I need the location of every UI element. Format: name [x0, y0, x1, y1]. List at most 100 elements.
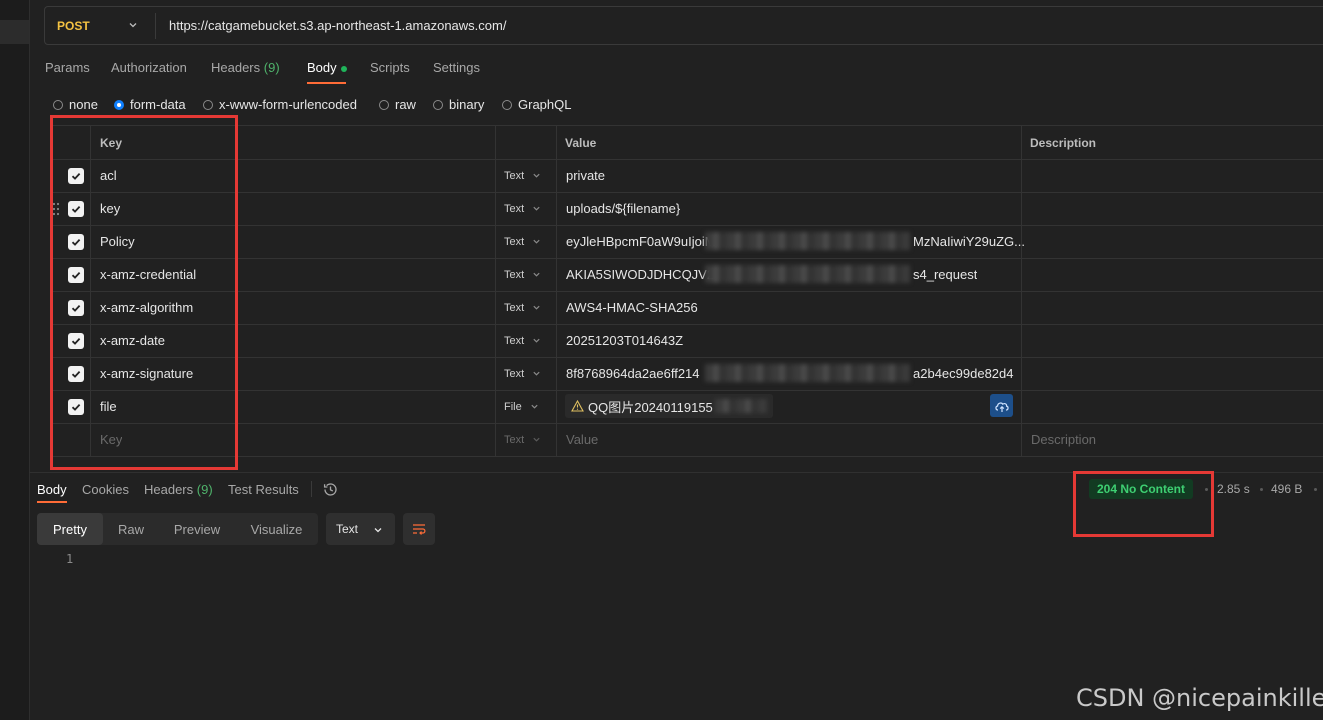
- key-cell[interactable]: x-amz-algorithm: [100, 291, 193, 324]
- row-checkbox[interactable]: [68, 291, 84, 324]
- redacted-text: [705, 265, 910, 283]
- type-select[interactable]: Text: [504, 192, 541, 225]
- drag-handle-icon[interactable]: [52, 192, 60, 225]
- tab-label: Settings: [433, 60, 480, 75]
- tab-label: Body: [37, 482, 67, 497]
- separator-dot: [1314, 488, 1317, 491]
- type-select[interactable]: Text: [504, 357, 541, 390]
- value-cell[interactable]: AKIA5SIWODJDHCQJV2: [566, 258, 714, 291]
- tab-headers[interactable]: Headers (9): [211, 60, 280, 75]
- wrap-lines-button[interactable]: [403, 513, 435, 545]
- row-checkbox[interactable]: [68, 225, 84, 258]
- view-raw-button[interactable]: Raw: [103, 513, 159, 545]
- response-time[interactable]: 2.85 s: [1217, 482, 1250, 496]
- key-cell[interactable]: x-amz-date: [100, 324, 165, 357]
- table-header-row: Key Value Description: [52, 126, 1323, 160]
- upload-file-button[interactable]: [990, 394, 1013, 417]
- radio-label: form-data: [130, 97, 186, 112]
- type-select[interactable]: File: [504, 390, 539, 423]
- method-select[interactable]: POST: [45, 7, 156, 44]
- row-checkbox[interactable]: [68, 357, 84, 390]
- table-row: x-amz-signature Text 8f8768964da2ae6ff21…: [52, 357, 1323, 391]
- value-cell[interactable]: 8f8768964da2ae6ff214: [566, 357, 700, 390]
- separator-dot: [1260, 488, 1263, 491]
- type-label: Text: [504, 169, 525, 182]
- radio-raw[interactable]: raw: [379, 97, 416, 112]
- table-row: x-amz-date Text 20251203T014643Z: [52, 324, 1323, 358]
- left-rail: [0, 0, 30, 720]
- checkmark-icon: [68, 398, 84, 415]
- separator-dot: [1205, 488, 1208, 491]
- radio-binary[interactable]: binary: [433, 97, 484, 112]
- chevron-down-icon: [533, 338, 540, 343]
- response-divider: [29, 472, 1323, 473]
- history-icon[interactable]: [322, 481, 339, 498]
- view-pretty-button[interactable]: Pretty: [37, 513, 103, 545]
- checkmark-icon: [68, 365, 84, 382]
- format-select[interactable]: Text: [326, 513, 395, 545]
- key-cell[interactable]: acl: [100, 159, 117, 192]
- response-size[interactable]: 496 B: [1271, 482, 1302, 496]
- left-rail-selected[interactable]: [0, 20, 29, 44]
- response-tab-test-results[interactable]: Test Results: [228, 482, 299, 497]
- table-row: acl Text private: [52, 159, 1323, 193]
- tab-params[interactable]: Params: [45, 60, 90, 75]
- row-checkbox[interactable]: [68, 324, 84, 357]
- chevron-down-icon: [374, 528, 382, 533]
- header-description: Description: [1030, 135, 1097, 150]
- radio-form-data[interactable]: form-data: [114, 97, 186, 112]
- row-checkbox[interactable]: [68, 390, 84, 423]
- type-label: Text: [504, 301, 525, 314]
- chevron-down-icon: [531, 404, 538, 409]
- redacted-text: [705, 364, 910, 382]
- value-placeholder[interactable]: Value: [566, 423, 598, 456]
- type-select[interactable]: Text: [504, 291, 541, 324]
- type-select[interactable]: Text: [504, 225, 541, 258]
- type-select[interactable]: Text: [504, 423, 541, 456]
- key-cell[interactable]: x-amz-credential: [100, 258, 196, 291]
- response-tab-cookies[interactable]: Cookies: [82, 482, 129, 497]
- checkmark-icon: [68, 200, 84, 217]
- type-select[interactable]: Text: [504, 159, 541, 192]
- row-checkbox[interactable]: [68, 258, 84, 291]
- status-badge[interactable]: 204 No Content: [1089, 479, 1194, 499]
- description-placeholder[interactable]: Description: [1031, 423, 1096, 456]
- file-chip[interactable]: QQ图片20240119155: [565, 394, 773, 418]
- url-input[interactable]: https://catgamebucket.s3.ap-northeast-1.…: [169, 18, 506, 33]
- value-cell-tail: MzNaIiwiY29uZG...: [913, 234, 1025, 249]
- checkmark-icon: [68, 167, 84, 184]
- key-cell[interactable]: Policy: [100, 225, 135, 258]
- view-visualize-button[interactable]: Visualize: [235, 513, 318, 545]
- value-cell[interactable]: 20251203T014643Z: [566, 324, 683, 357]
- row-checkbox[interactable]: [68, 159, 84, 192]
- radio-none[interactable]: none: [53, 97, 98, 112]
- tab-authorization[interactable]: Authorization: [111, 60, 187, 75]
- warning-icon: [571, 400, 584, 412]
- radio-x-www-form-urlencoded[interactable]: x-www-form-urlencoded: [203, 97, 357, 112]
- key-placeholder[interactable]: Key: [100, 423, 122, 456]
- type-label: Text: [504, 202, 525, 215]
- tab-settings[interactable]: Settings: [433, 60, 480, 75]
- value-cell[interactable]: private: [566, 159, 605, 192]
- wrap-lines-icon: [413, 524, 426, 535]
- type-label: Text: [504, 334, 525, 347]
- key-cell[interactable]: x-amz-signature: [100, 357, 193, 390]
- type-select[interactable]: Text: [504, 258, 541, 291]
- value-cell[interactable]: uploads/${filename}: [566, 192, 680, 225]
- radio-label: raw: [395, 97, 416, 112]
- active-response-tab-indicator: [37, 501, 67, 503]
- tab-scripts[interactable]: Scripts: [370, 60, 410, 75]
- view-preview-button[interactable]: Preview: [159, 513, 235, 545]
- row-checkbox[interactable]: [68, 192, 84, 225]
- value-cell[interactable]: eyJleHBpcmF0aW9uIjoiM: [566, 225, 716, 258]
- response-tab-body[interactable]: Body: [37, 482, 67, 497]
- response-tab-headers[interactable]: Headers (9): [144, 482, 213, 497]
- value-cell[interactable]: AWS4-HMAC-SHA256: [566, 291, 698, 324]
- type-select[interactable]: Text: [504, 324, 541, 357]
- key-cell[interactable]: key: [100, 192, 120, 225]
- key-cell[interactable]: file: [100, 390, 117, 423]
- tab-label: Cookies: [82, 482, 129, 497]
- tab-body[interactable]: Body: [307, 60, 347, 75]
- radio-graphql[interactable]: GraphQL: [502, 97, 571, 112]
- active-tab-indicator: [307, 82, 346, 84]
